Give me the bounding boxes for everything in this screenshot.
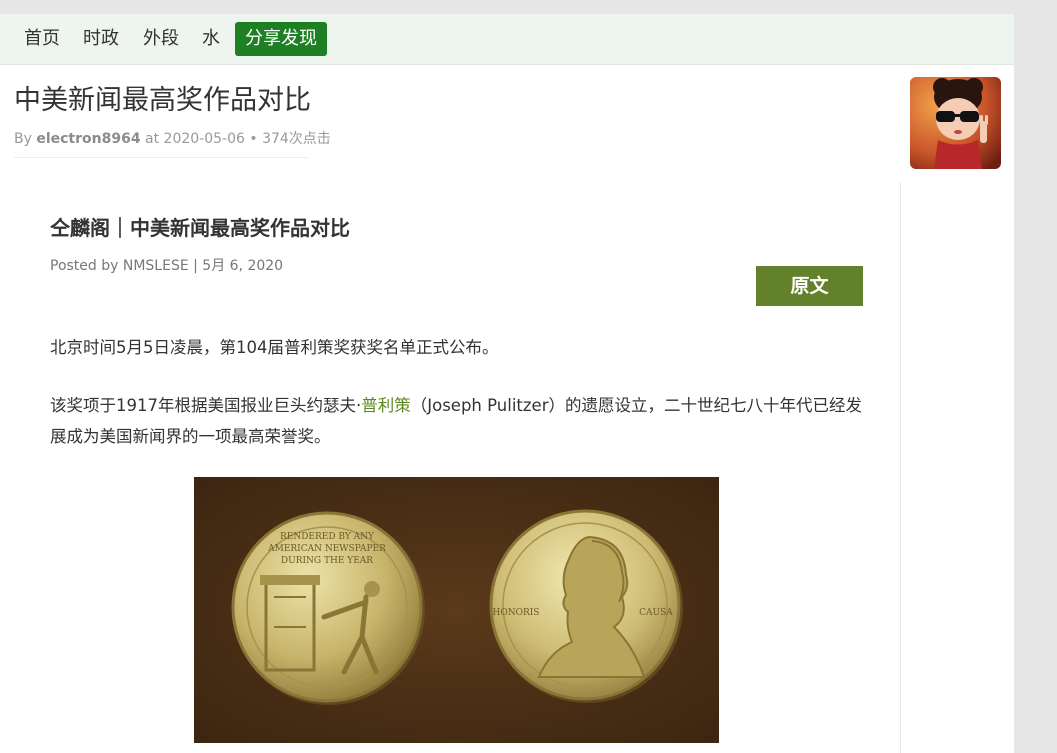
- nav-item-share-discover[interactable]: 分享发现: [235, 22, 327, 56]
- nav-item-other[interactable]: 外段: [133, 22, 189, 56]
- sidebar-divider: [900, 182, 901, 753]
- article-byline: Posted by NMSLESE | 5月 6, 2020: [50, 258, 284, 274]
- avatar[interactable]: [910, 77, 1001, 169]
- post-meta: By electron8964 at 2020-05-06 • 374次点击: [14, 128, 331, 158]
- article-title: 仝麟阁｜中美新闻最高奖作品对比: [50, 216, 350, 240]
- paragraph-2-text-start: 该奖项于1917年根据美国报业巨头约瑟夫·: [50, 396, 362, 415]
- top-navbar: 首页 时政 外段 水 分享发现: [0, 14, 1014, 65]
- nav-item-home[interactable]: 首页: [14, 22, 70, 56]
- medal-left-inscription-1: RENDERED BY ANY: [280, 532, 375, 542]
- source-button[interactable]: 原文: [756, 266, 863, 306]
- medal-left-inscription-2: AMERICAN NEWSPAPER: [267, 544, 386, 554]
- meta-by-label: By: [14, 131, 32, 147]
- nav-item-water[interactable]: 水: [192, 22, 230, 56]
- medal-right-honoris: HONORIS: [493, 608, 540, 618]
- author-link[interactable]: electron8964: [36, 131, 140, 147]
- pulitzer-medal-image: RENDERED BY ANY AMERICAN NEWSPAPER DURIN…: [194, 477, 719, 743]
- article-paragraph-1: 北京时间5月5日凌晨，第104届普利策奖获奖名单正式公布。: [50, 338, 499, 357]
- nav-item-politics[interactable]: 时政: [73, 22, 129, 56]
- medal-left-inscription-3: DURING THE YEAR: [281, 556, 373, 566]
- pulitzer-link[interactable]: 普利策: [361, 396, 411, 415]
- page: 首页 时政 外段 水 分享发现 中美新闻最高奖作品对比 By electron8…: [0, 14, 1014, 753]
- avatar-image: [910, 77, 1001, 169]
- medal-right-causa: CAUSA: [639, 608, 673, 618]
- article-paragraph-2: 该奖项于1917年根据美国报业巨头约瑟夫·普利策（Joseph Pulitzer…: [50, 390, 870, 452]
- post-title: 中美新闻最高奖作品对比: [14, 85, 311, 116]
- meta-date-views: at 2020-05-06 • 374次点击: [145, 131, 331, 147]
